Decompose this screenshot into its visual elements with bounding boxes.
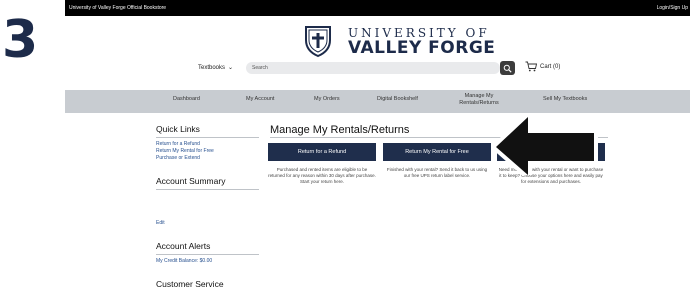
search-placeholder: Search	[252, 65, 268, 71]
main-nav: Dashboard My Account My Orders Digital B…	[65, 90, 690, 113]
divider	[156, 254, 259, 255]
search-button[interactable]	[500, 61, 515, 75]
top-bar: University of Valley Forge Official Book…	[65, 0, 690, 16]
account-alerts-heading: Account Alerts	[156, 241, 211, 251]
nav-digital-bookshelf[interactable]: Digital Bookshelf	[377, 96, 418, 102]
cart-icon	[525, 61, 538, 72]
refund-description: Purchased and rented items are eligible …	[268, 167, 376, 184]
nav-dashboard[interactable]: Dashboard	[173, 96, 200, 102]
quick-link-refund[interactable]: Return for a Refund	[156, 141, 259, 148]
step-number: 3	[2, 10, 39, 70]
quick-link-purchase-extend[interactable]: Purchase or Extend	[156, 155, 259, 162]
chevron-down-icon: ⌄	[228, 65, 234, 71]
account-summary-heading: Account Summary	[156, 176, 226, 186]
search-icon	[503, 64, 512, 73]
sidebar: Quick Links Return for a Refund Return M…	[156, 124, 259, 289]
divider	[156, 189, 259, 190]
cart-link[interactable]: Cart (0)	[525, 61, 560, 72]
cart-label: Cart (0)	[540, 63, 561, 70]
textbooks-label: Textbooks	[198, 65, 226, 71]
rental-return-description: Finished with your rental? Send it back …	[386, 167, 488, 178]
divider	[156, 137, 259, 138]
customer-service-heading: Customer Service	[156, 279, 224, 289]
nav-sell-textbooks[interactable]: Sell My Textbooks	[543, 96, 587, 102]
logo-line-2: VALLEY FORGE	[348, 38, 496, 58]
nav-manage-rentals[interactable]: Manage My Rentals/Returns	[457, 93, 501, 107]
pointer-arrow-icon	[492, 113, 598, 175]
university-logo[interactable]: UNIVERSITY OF VALLEY FORGE	[298, 24, 528, 60]
return-for-refund-button[interactable]: Return for a Refund	[268, 143, 376, 161]
credit-balance-link[interactable]: My Credit Balance: $0.00	[156, 258, 259, 265]
page-title: Manage My Rentals/Returns	[270, 124, 410, 136]
shield-cross-icon	[305, 26, 331, 58]
bookstore-screen: University of Valley Forge Official Book…	[65, 0, 690, 292]
return-rental-free-button[interactable]: Return My Rental for Free	[383, 143, 491, 161]
textbooks-dropdown[interactable]: Textbooks ⌄	[198, 64, 233, 71]
search-input[interactable]: Search	[246, 62, 500, 74]
nav-my-account[interactable]: My Account	[246, 96, 274, 102]
store-name: University of Valley Forge Official Book…	[69, 5, 167, 11]
login-link[interactable]: Login/Sign Up	[657, 5, 688, 11]
nav-my-orders[interactable]: My Orders	[314, 96, 340, 102]
left-strip: 3	[0, 0, 65, 292]
edit-link[interactable]: Edit	[156, 220, 259, 227]
quick-links-heading: Quick Links	[156, 124, 200, 134]
quick-link-return-rental[interactable]: Return My Rental for Free	[156, 148, 259, 155]
